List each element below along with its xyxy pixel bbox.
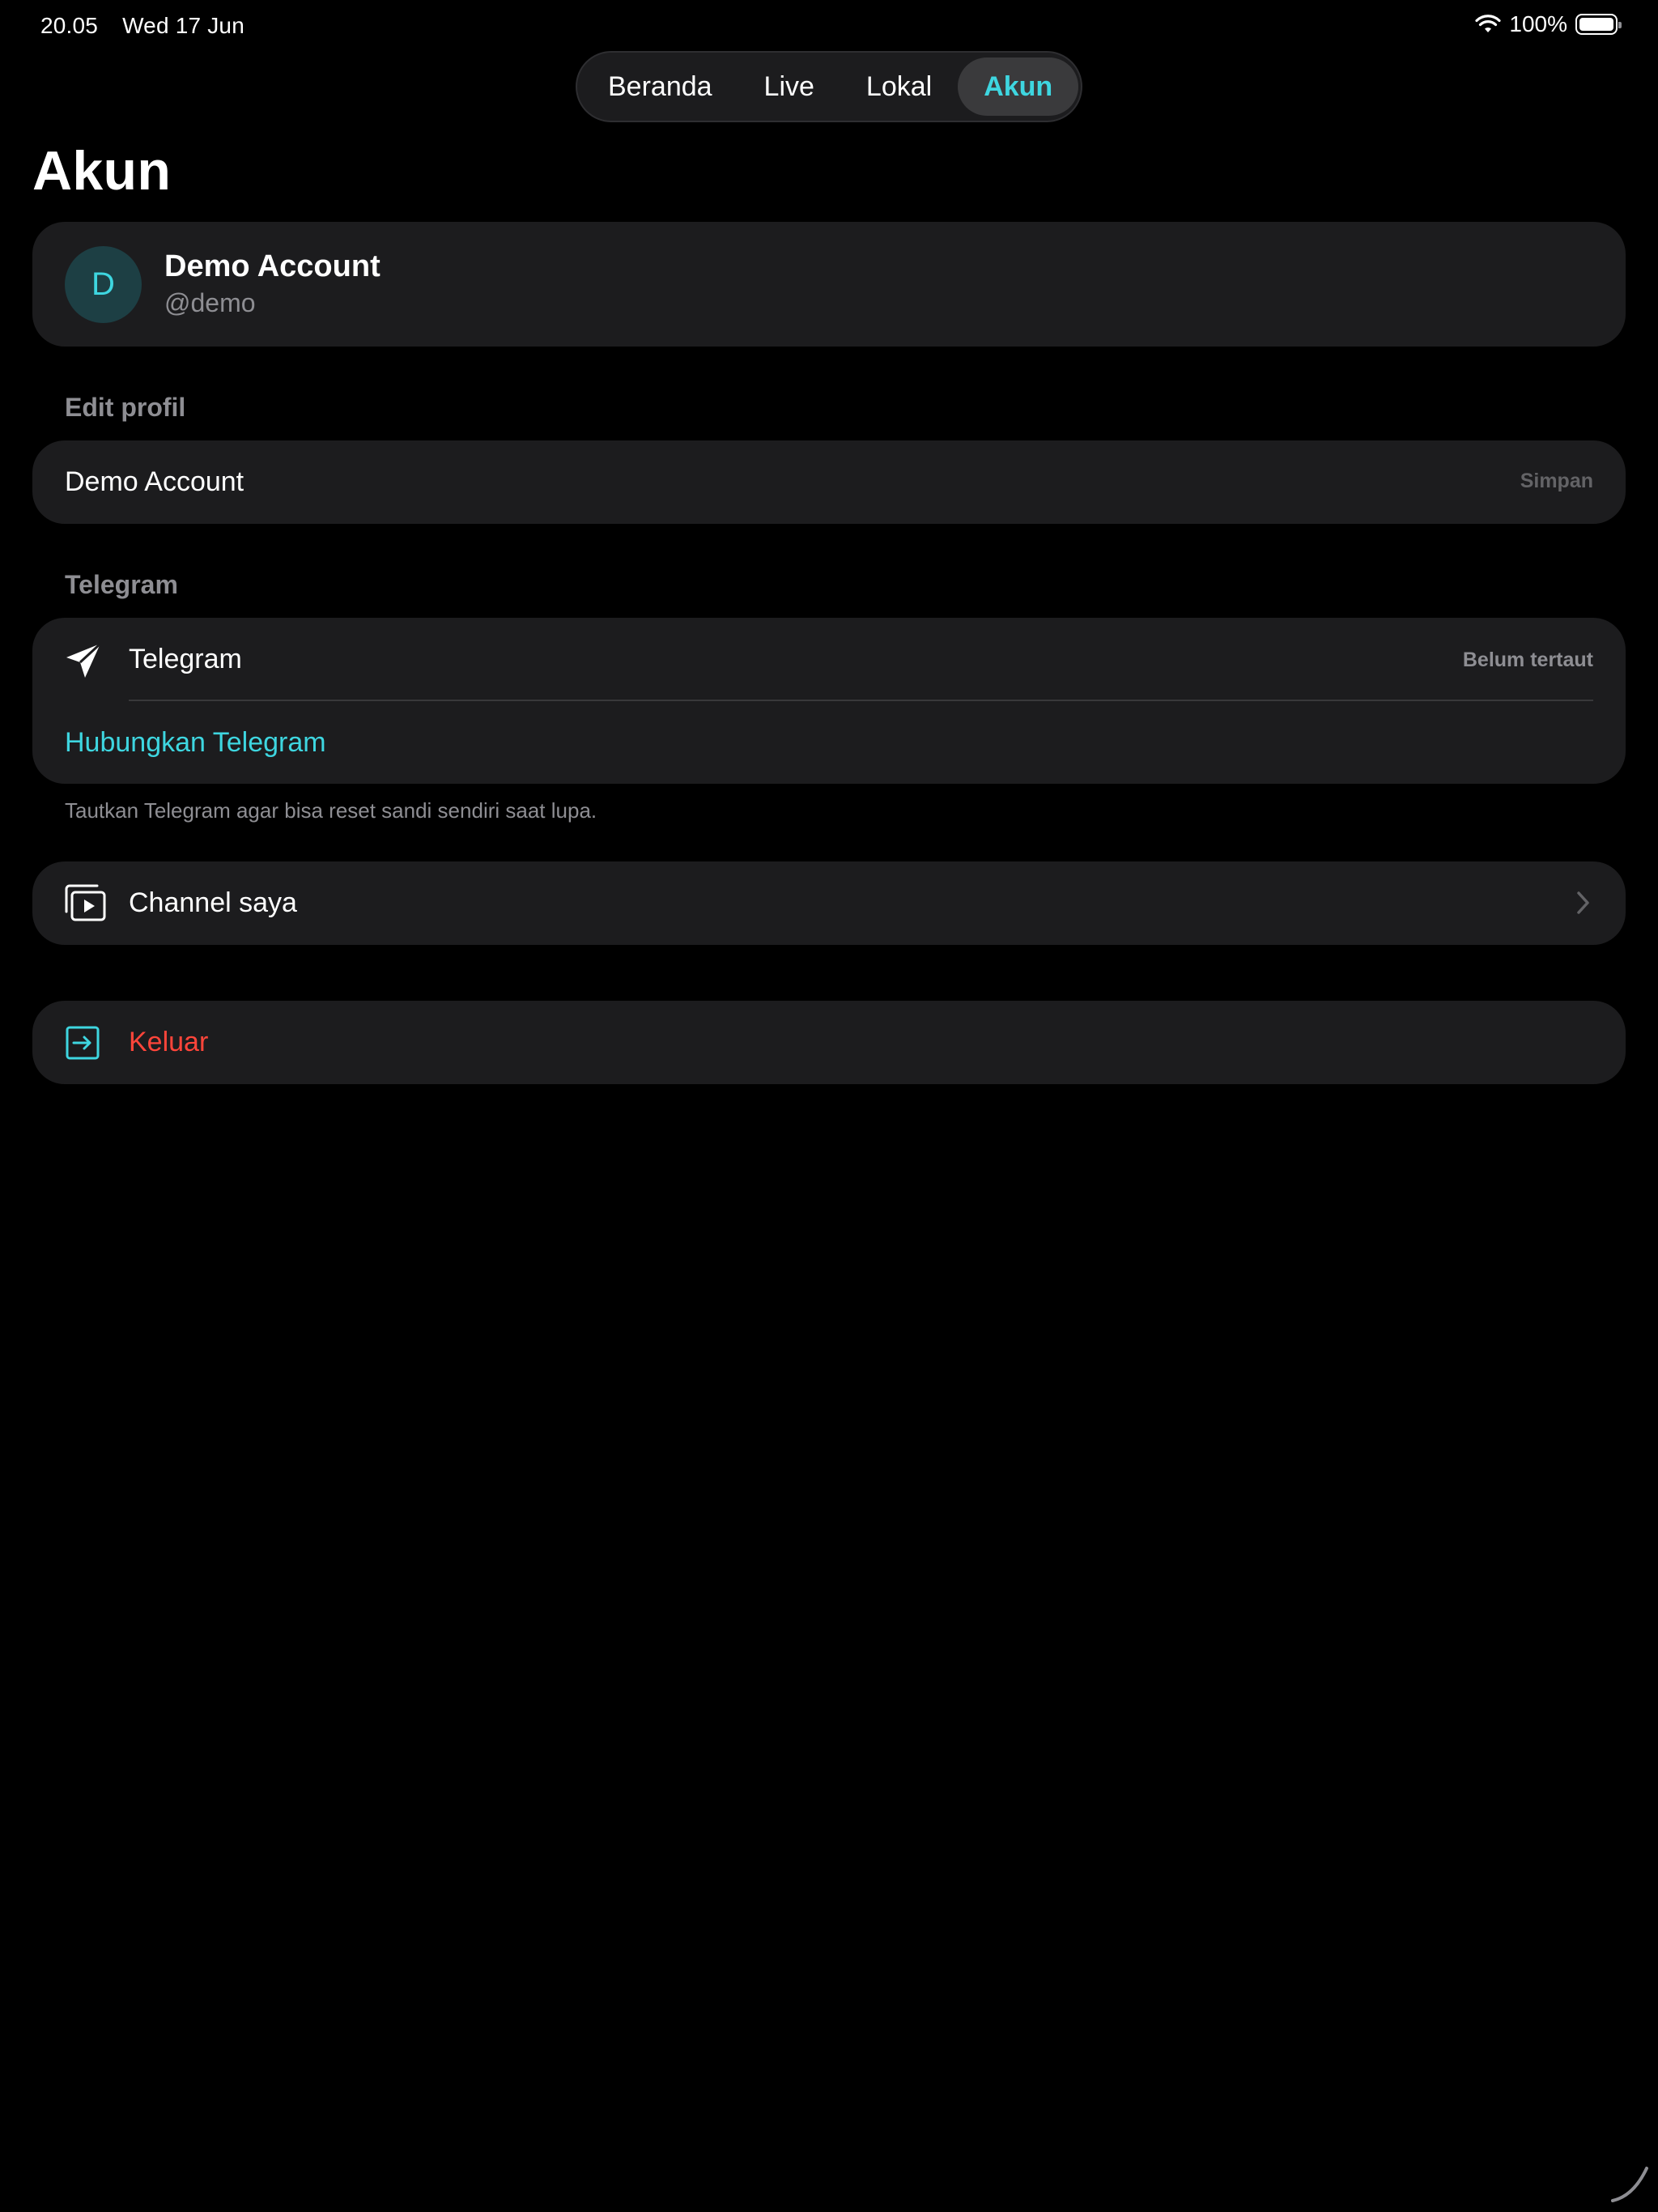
profile-handle: @demo	[164, 288, 256, 317]
telegram-section-label: Telegram	[65, 570, 178, 599]
wifi-icon	[1475, 15, 1501, 32]
my-channel-row[interactable]: Channel saya	[32, 861, 1626, 945]
telegram-label: Telegram	[129, 644, 242, 674]
telegram-card: Telegram Belum tertaut Hubungkan Telegra…	[32, 618, 1626, 784]
play-stack-icon	[65, 884, 106, 921]
telegram-divider	[129, 700, 1593, 701]
paper-plane-icon	[66, 642, 102, 678]
logout-row[interactable]: Keluar	[32, 1001, 1626, 1084]
tab-live[interactable]: Live	[738, 57, 840, 116]
tab-beranda[interactable]: Beranda	[582, 57, 738, 116]
profile-name: Demo Account	[164, 249, 380, 283]
status-date: Wed 17 Jun	[122, 13, 244, 38]
chevron-right-icon	[1577, 891, 1589, 914]
account-page: 20.05 Wed 17 Jun 100% Beranda Live Lokal…	[0, 0, 1658, 2212]
profile-card: D Demo Account @demo	[32, 222, 1626, 347]
tab-akun[interactable]: Akun	[958, 57, 1079, 116]
display-name-input[interactable]	[65, 440, 1360, 524]
avatar: D	[65, 246, 142, 323]
my-channel-label: Channel saya	[129, 887, 297, 918]
exit-arrow-icon	[66, 1026, 100, 1060]
battery-icon	[1575, 14, 1622, 35]
connect-telegram-button[interactable]: Hubungkan Telegram	[65, 727, 326, 759]
status-indicators: 100%	[1475, 11, 1622, 37]
edit-profile-section-label: Edit profil	[65, 393, 186, 422]
tab-bar: Beranda Live Lokal Akun	[576, 51, 1082, 122]
status-time: 20.05	[40, 13, 99, 38]
telegram-status-badge: Belum tertaut	[1462, 649, 1593, 671]
battery-level	[1579, 18, 1613, 31]
telegram-hint-text: Tautkan Telegram agar bisa reset sandi s…	[65, 798, 597, 823]
battery-percentage: 100%	[1509, 11, 1567, 36]
save-button[interactable]: Simpan	[1520, 470, 1593, 493]
edit-profile-card: Simpan	[32, 440, 1626, 524]
page-title: Akun	[32, 140, 172, 202]
status-bar: 20.05 Wed 17 Jun 100%	[0, 0, 1658, 52]
status-clock: 20.05 Wed 17 Jun	[40, 13, 262, 39]
resize-handle[interactable]	[1609, 2163, 1650, 2204]
logout-label: Keluar	[129, 1027, 209, 1057]
tab-lokal[interactable]: Lokal	[840, 57, 958, 116]
